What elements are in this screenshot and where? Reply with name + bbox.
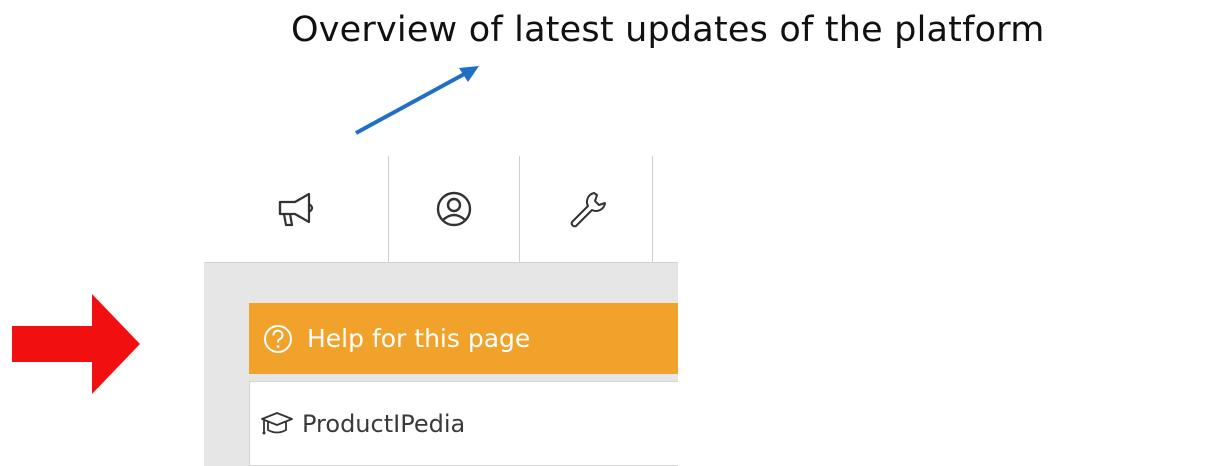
red-right-arrow <box>12 294 140 394</box>
graduation-cap-icon <box>261 411 293 434</box>
help-bar-label: Help for this page <box>307 324 531 353</box>
toolbar-cell-announcements[interactable] <box>204 156 389 262</box>
user-account-icon <box>436 191 472 227</box>
help-for-this-page-button[interactable]: Help for this page <box>249 303 678 374</box>
toolbar-cell-partial[interactable] <box>653 156 678 262</box>
toolbar-icon-row <box>204 156 678 263</box>
megaphone-icon <box>278 192 314 227</box>
question-circle-icon <box>264 324 292 353</box>
wrench-icon <box>570 192 606 228</box>
productipedia-link[interactable]: ProductIPedia <box>249 381 678 466</box>
productipedia-label: ProductIPedia <box>302 409 466 438</box>
toolbar-cell-tools[interactable] <box>520 156 653 262</box>
toolbar-cell-account[interactable] <box>389 156 520 262</box>
app-panel-crop: Help for this page ProductIPedia <box>204 156 678 466</box>
